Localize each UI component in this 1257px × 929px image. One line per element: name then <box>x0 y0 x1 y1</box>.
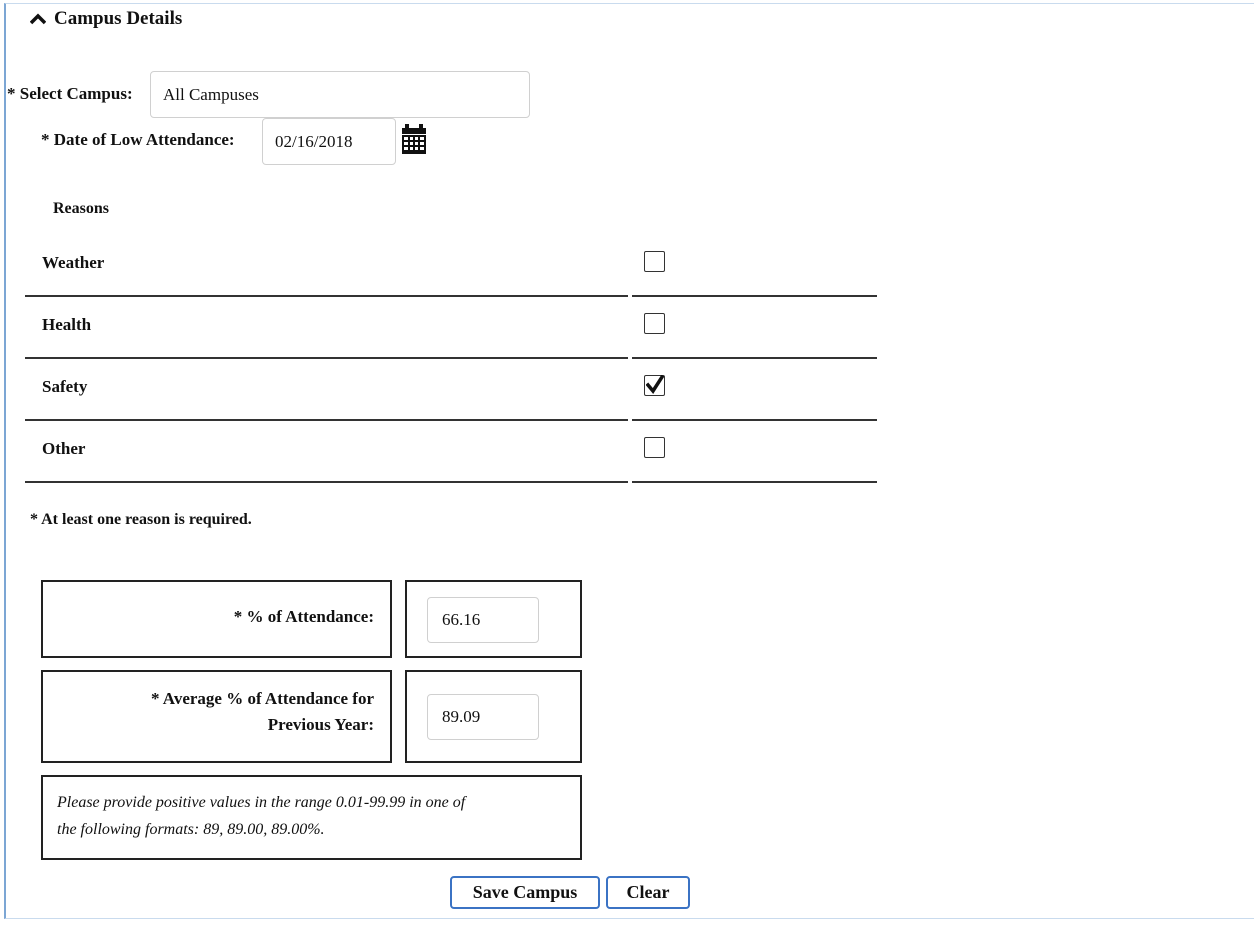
reason-row-weather: Weather <box>25 233 877 297</box>
avg-attendance-label-line2: Previous Year: <box>267 715 374 734</box>
date-input[interactable]: 02/16/2018 <box>262 118 396 165</box>
section-toggle[interactable]: Campus Details <box>30 8 182 30</box>
reason-label: Other <box>42 439 86 458</box>
reason-row-safety: Safety <box>25 357 877 421</box>
avg-attendance-label-line1: * Average % of Attendance for <box>151 689 374 708</box>
other-checkbox[interactable] <box>644 437 665 458</box>
section-title: Campus Details <box>54 8 183 29</box>
avg-attendance-label-box: * Average % of Attendance for Previous Y… <box>41 670 392 763</box>
date-label: * Date of Low Attendance: <box>41 130 235 149</box>
date-value: 02/16/2018 <box>275 131 353 151</box>
avg-attendance-input-box: 89.09 <box>405 670 582 763</box>
save-campus-button[interactable]: Save Campus <box>450 876 600 909</box>
attendance-percent-input[interactable]: 66.16 <box>427 597 539 643</box>
calendar-icon[interactable] <box>402 124 426 159</box>
attendance-input-box: 66.16 <box>405 580 582 658</box>
chevron-up-icon <box>30 13 46 25</box>
avg-attendance-label: * Average % of Attendance for Previous Y… <box>151 686 374 738</box>
help-text-box: Please provide positive values in the ra… <box>41 775 582 860</box>
reason-row-other: Other <box>25 419 877 483</box>
help-text: Please provide positive values in the ra… <box>57 789 566 843</box>
reason-label: Safety <box>42 377 88 396</box>
attendance-label: * % of Attendance: <box>233 607 374 626</box>
checkmark-icon <box>646 375 664 394</box>
select-campus-label: * Select Campus: <box>7 84 133 103</box>
avg-attendance-value: 89.09 <box>442 707 481 726</box>
campus-select-value: All Campuses <box>163 84 259 104</box>
reason-row-health: Health <box>25 295 877 359</box>
clear-button[interactable]: Clear <box>606 876 690 909</box>
required-note: * At least one reason is required. <box>30 511 252 528</box>
avg-attendance-input[interactable]: 89.09 <box>427 694 539 740</box>
attendance-label-box: * % of Attendance: <box>41 580 392 658</box>
help-text-line1: Please provide positive values in the ra… <box>57 794 466 811</box>
help-text-line2: the following formats: 89, 89.00, 89.00%… <box>57 821 325 838</box>
reason-label: Weather <box>42 253 105 272</box>
reason-label: Health <box>42 315 92 334</box>
weather-checkbox[interactable] <box>644 251 665 272</box>
health-checkbox[interactable] <box>644 313 665 334</box>
attendance-percent-value: 66.16 <box>442 610 481 629</box>
campus-select[interactable]: All Campuses <box>150 71 530 118</box>
reasons-heading: Reasons <box>53 200 110 217</box>
safety-checkbox[interactable] <box>644 375 665 396</box>
